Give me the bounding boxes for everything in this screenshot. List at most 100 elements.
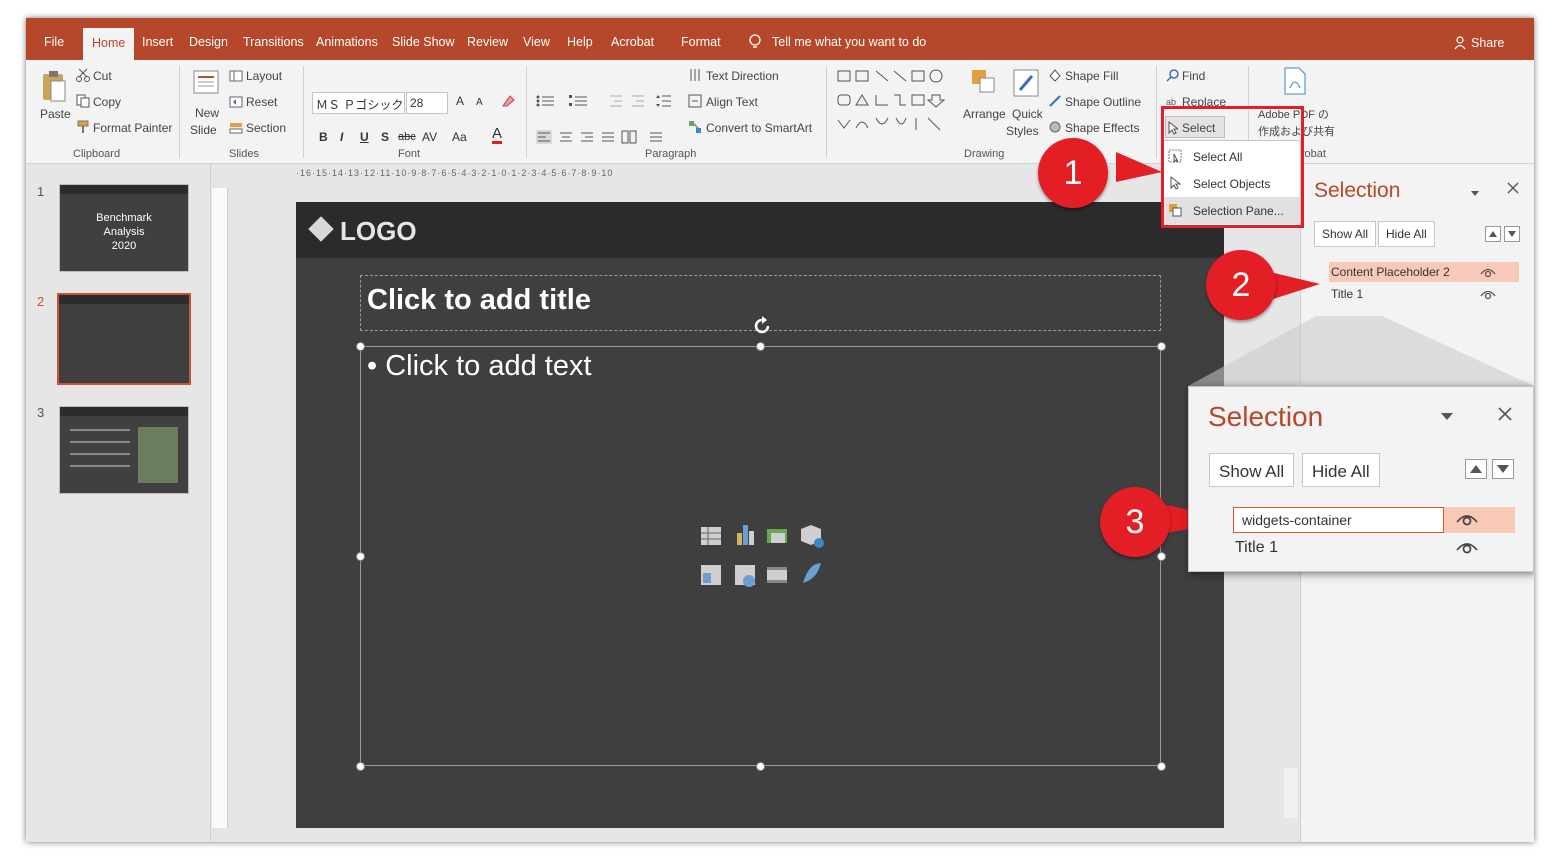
shape-fill-button[interactable]: Shape Fill [1065, 69, 1118, 83]
paste-label[interactable]: Paste [40, 107, 71, 121]
new-slide-icon[interactable] [192, 68, 220, 103]
tab-animations[interactable]: Animations [316, 35, 378, 49]
convert-smartart-button[interactable]: Convert to SmartArt [706, 121, 812, 135]
tab-view[interactable]: View [523, 35, 550, 49]
eye-icon[interactable] [1455, 539, 1479, 560]
insert-content-icons[interactable] [699, 523, 829, 598]
slide-thumbnail-1[interactable]: Benchmark Analysis 2020 [59, 184, 189, 272]
zoom-item-title[interactable]: Title 1 [1235, 539, 1278, 557]
justify-icon[interactable] [600, 130, 616, 149]
shape-outline-button[interactable]: Shape Outline [1065, 95, 1141, 109]
find-icon[interactable] [1166, 68, 1180, 87]
section-icon[interactable] [229, 121, 243, 139]
italic-icon[interactable]: I [340, 130, 343, 144]
align-text-icon[interactable] [688, 94, 702, 113]
layout-icon[interactable] [229, 69, 243, 87]
align-right-icon[interactable] [579, 130, 595, 149]
eye-icon[interactable] [1455, 511, 1479, 532]
send-backward-button[interactable] [1504, 226, 1520, 242]
copy-button[interactable]: Copy [93, 95, 121, 109]
find-button[interactable]: Find [1182, 69, 1205, 83]
cut-button[interactable]: Cut [93, 69, 112, 83]
title-placeholder-text[interactable]: Click to add title [367, 284, 591, 317]
slide-canvas[interactable]: LOGO Click to add title • Click to add t… [296, 202, 1224, 828]
chevron-down-icon[interactable] [1440, 409, 1454, 427]
align-center-icon[interactable] [558, 130, 574, 149]
align-text-button[interactable]: Align Text [706, 95, 758, 109]
underline-icon[interactable]: U [360, 130, 369, 144]
arrange-icon[interactable] [970, 68, 996, 101]
format-painter-button[interactable]: Format Painter [93, 121, 172, 135]
shape-effects-button[interactable]: Shape Effects [1065, 121, 1140, 135]
tab-help[interactable]: Help [567, 35, 593, 49]
quick-label[interactable]: Quick [1012, 107, 1043, 121]
bring-forward-button[interactable] [1485, 226, 1501, 242]
slide-label[interactable]: Slide [190, 123, 217, 137]
shape-fill-icon[interactable] [1048, 68, 1062, 87]
tab-file[interactable]: File [44, 35, 64, 49]
tab-home[interactable]: Home [83, 28, 135, 60]
text-direction-icon[interactable] [688, 68, 702, 87]
new-label[interactable]: New [195, 106, 219, 120]
format-painter-icon[interactable] [76, 120, 90, 139]
cut-icon[interactable] [76, 68, 90, 87]
chevron-down-icon[interactable] [1470, 185, 1480, 203]
decrease-indent-icon[interactable] [608, 94, 624, 113]
rotate-handle-icon[interactable] [751, 315, 773, 342]
tab-acrobat[interactable]: Acrobat [611, 35, 654, 49]
content-placeholder[interactable]: • Click to add text [360, 346, 1161, 766]
shapes-gallery-icon[interactable] [836, 68, 952, 141]
font-color-icon[interactable]: A [492, 126, 503, 144]
shadow-icon[interactable]: S [381, 130, 389, 144]
close-icon[interactable] [1507, 181, 1519, 199]
rename-item-input[interactable] [1233, 507, 1444, 533]
smartart-icon[interactable] [688, 120, 702, 139]
shape-outline-icon[interactable] [1048, 94, 1062, 113]
bold-icon[interactable]: B [319, 130, 328, 144]
close-icon[interactable] [1497, 406, 1513, 427]
copy-icon[interactable] [76, 94, 90, 113]
section-button[interactable]: Section [246, 121, 286, 135]
vertical-align-icon[interactable] [648, 130, 664, 149]
clear-format-icon[interactable] [501, 94, 515, 113]
font-name-combo[interactable]: ＭＳ Ｐゴシック (I [312, 92, 405, 114]
arrange-button[interactable]: Arrange [963, 107, 1006, 121]
layout-button[interactable]: Layout [246, 69, 282, 83]
align-left-icon[interactable] [536, 130, 552, 149]
eye-icon[interactable] [1480, 265, 1496, 283]
char-spacing-icon[interactable]: AV [422, 130, 437, 144]
reset-icon[interactable] [229, 95, 243, 113]
tab-transitions[interactable]: Transitions [243, 35, 304, 49]
numbering-icon[interactable] [569, 94, 591, 113]
show-all-button[interactable]: Show All [1314, 221, 1377, 247]
shrink-font-icon[interactable]: A [476, 97, 483, 108]
styles-label[interactable]: Styles [1006, 124, 1039, 138]
change-case-icon[interactable]: Aa [452, 130, 467, 144]
hide-all-button[interactable]: Hide All [1302, 453, 1380, 487]
selection-item-content-placeholder[interactable]: Content Placeholder 2 [1331, 265, 1450, 279]
columns-icon[interactable] [621, 130, 637, 149]
tab-slide-show[interactable]: Slide Show [392, 35, 455, 49]
reset-button[interactable]: Reset [246, 95, 277, 109]
tab-format[interactable]: Format [681, 35, 721, 49]
text-direction-button[interactable]: Text Direction [706, 69, 779, 83]
tell-me-search[interactable]: Tell me what you want to do [772, 35, 926, 49]
grow-font-icon[interactable]: A [456, 94, 464, 108]
shape-effects-icon[interactable] [1048, 120, 1062, 139]
increase-indent-icon[interactable] [630, 94, 646, 113]
paste-icon[interactable] [40, 68, 68, 109]
bring-forward-button[interactable] [1465, 459, 1487, 479]
slide-thumbnail-3[interactable] [59, 406, 189, 494]
quick-styles-icon[interactable] [1012, 68, 1040, 105]
hide-all-button[interactable]: Hide All [1378, 221, 1435, 247]
slide-thumbnail-2[interactable] [57, 293, 191, 385]
line-spacing-icon[interactable] [656, 94, 672, 113]
tab-insert[interactable]: Insert [142, 35, 173, 49]
content-placeholder-text[interactable]: • Click to add text [367, 350, 592, 383]
tab-review[interactable]: Review [467, 35, 508, 49]
bullets-icon[interactable] [536, 94, 558, 113]
show-all-button[interactable]: Show All [1209, 453, 1295, 487]
strike-icon[interactable]: abc [398, 131, 416, 143]
adobe-pdf-icon[interactable] [1283, 66, 1307, 101]
send-backward-button[interactable] [1492, 459, 1514, 479]
